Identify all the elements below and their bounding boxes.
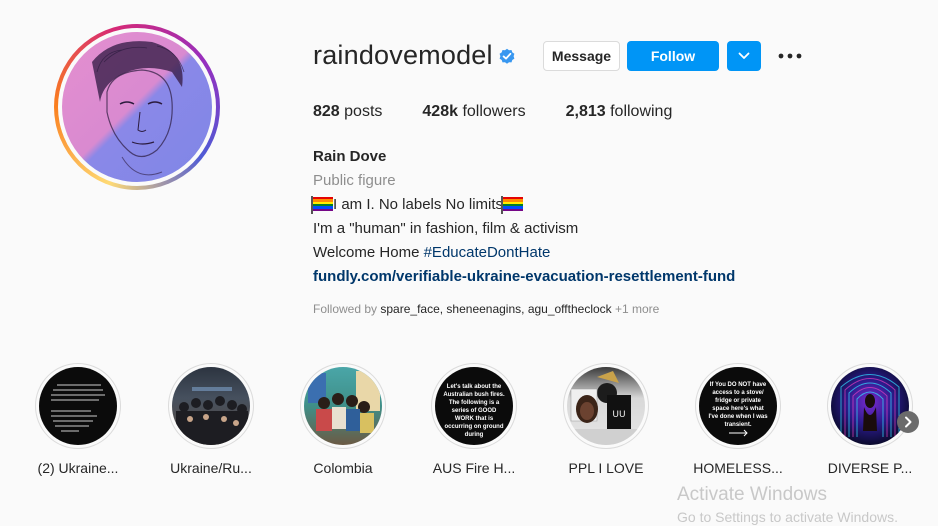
avatar-portrait-illustration [92,41,185,176]
hashtag-link[interactable]: #EducateDontHate [424,244,551,261]
followed-by-names: spare_face, sheneenagins, agu_offthecloc… [380,302,612,316]
followers-count-label: followers [462,103,526,120]
highlight-cover-ring [168,363,254,449]
profile-stats: 828 posts 428k followers 2,813 following [313,103,712,121]
bio-line-1-text: I am I. No labels No limits [333,196,504,213]
arrow-right-icon [729,429,748,437]
bio-line-3: Welcome Home #EducateDontHate [313,244,550,261]
highlight-item[interactable]: DIVERSE P... [827,363,913,476]
followed-by[interactable]: Followed by spare_face, sheneenagins, ag… [313,302,659,316]
profile-full-name: Rain Dove [313,148,387,165]
profile-avatar [62,32,212,182]
following-count-label: following [610,103,673,120]
follow-button[interactable]: Follow [627,41,719,71]
highlight-label: (2) Ukraine... [37,460,119,476]
followers-link[interactable]: 428k followers [422,103,525,121]
rainbow-flag-icon [501,196,524,214]
highlight-label: HOMELESS... [693,460,783,476]
following-link[interactable]: 2,813 following [566,103,673,121]
highlight-cover-ring [827,363,913,449]
suggested-accounts-dropdown-button[interactable] [727,41,761,71]
highlight-cover-art [51,384,105,432]
followed-by-prefix: Followed by [313,302,381,316]
highlight-cover-ring [35,363,121,449]
posts-count-label: posts [344,103,383,120]
message-button[interactable]: Message [543,41,620,71]
highlight-cover [39,367,117,445]
bio-line-1: I am I. No labels No limits [311,196,524,214]
highlight-cover: If You DO NOT have access to a stove/ fr… [699,367,777,445]
highlight-cover-art [308,371,380,433]
highlight-cover-art: UU [570,371,641,445]
highlight-cover-ring: UU [563,363,649,449]
highlight-cover: UU [567,367,645,445]
highlight-label: DIVERSE P... [827,460,913,476]
highlight-label: PPL I LOVE [568,460,644,476]
bio-line-2: I'm a "human" in fashion, film & activis… [313,220,579,237]
highlight-cover: Let's talk about the Australian bush fir… [435,367,513,445]
followers-count-value: 428k [422,103,458,120]
posts-count-value: 828 [313,103,340,120]
windows-activation-watermark-title: Activate Windows [677,484,827,505]
highlight-item[interactable]: Ukraine/Ru... [168,363,254,476]
rainbow-flag-icon [311,196,333,214]
highlight-cover-ring: Let's talk about the Australian bush fir… [431,363,517,449]
verified-badge-icon [499,48,515,64]
windows-activation-watermark-subtitle: Go to Settings to activate Windows. [677,509,898,525]
profile-category: Public figure [313,172,396,189]
highlight-item[interactable]: Colombia [300,363,386,476]
following-count-value: 2,813 [565,103,606,120]
svg-text:UU: UU [612,410,625,420]
highlight-cover-ring [300,363,386,449]
highlight-item[interactable]: Let's talk about the Australian bush fir… [431,363,517,476]
profile-avatar-ring[interactable] [54,24,220,190]
highlight-label: AUS Fire H... [432,460,516,476]
highlights-next-button[interactable] [897,411,919,433]
bio-line-3-text: Welcome Home [313,244,424,261]
followed-by-more: +1 more [611,302,660,316]
highlight-cover-art [840,374,900,437]
highlight-label: Colombia [313,460,373,476]
highlight-item[interactable]: If You DO NOT have access to a stove/ fr… [693,363,783,476]
profile-avatar-frame [58,28,216,186]
highlight-cover-text: Let's talk about the Australian bush fir… [443,384,505,438]
highlight-cover-ring: If You DO NOT have access to a stove/ fr… [695,363,781,449]
highlight-cover [831,367,909,445]
profile-website-link[interactable]: fundly.com/verifiable-ukraine-evacuation… [313,268,735,285]
highlight-cover [172,367,250,445]
highlight-item[interactable]: (2) Ukraine... [35,363,121,476]
highlight-item[interactable]: UU PPL I LOVE [563,363,649,476]
chevron-down-icon [738,52,750,59]
profile-username: raindovemodel [313,40,493,70]
highlight-cover [304,367,382,445]
highlight-cover-art [176,387,248,445]
posts-count: 828 posts [313,103,382,121]
highlight-label: Ukraine/Ru... [170,460,252,476]
chevron-right-icon [905,416,912,428]
more-options-icon[interactable] [777,48,803,64]
